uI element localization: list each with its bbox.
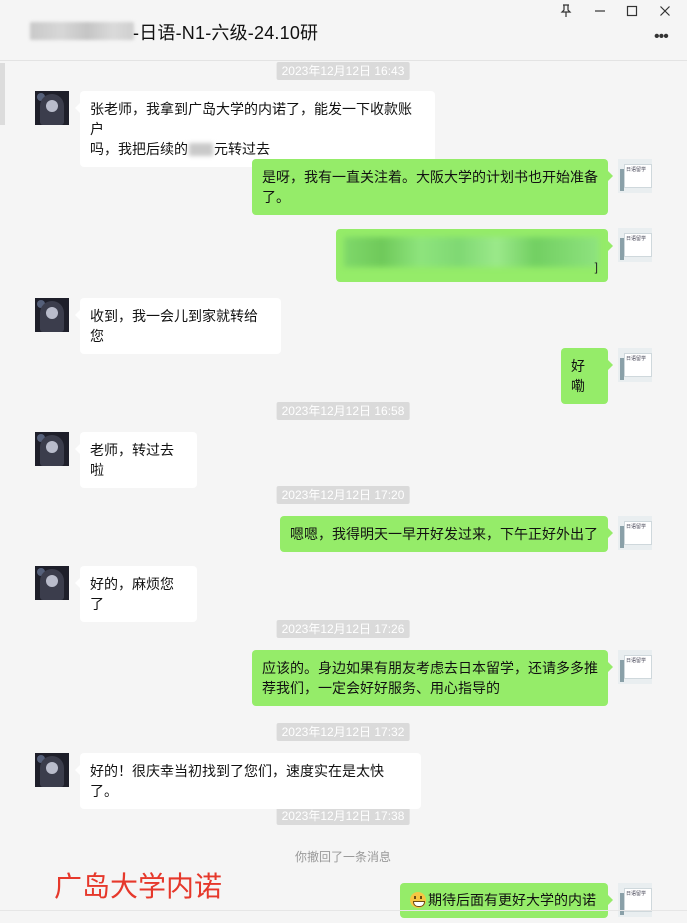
message-text: 好嘞 bbox=[571, 358, 585, 394]
message-text: 元转过去 bbox=[214, 141, 270, 157]
message-bubble[interactable]: ] bbox=[336, 229, 613, 282]
recall-notice: 你撤回了一条消息 bbox=[294, 850, 392, 864]
avatar[interactable] bbox=[35, 753, 69, 787]
message-text: 张老师，我拿到广岛大学的内诺了，能发一下收款账户 bbox=[90, 101, 412, 137]
message-text: 应该的。身边如果有朋友考虑去日本留学，还请多多推荐我们，一定会好好服务、用心指导… bbox=[262, 660, 598, 696]
redacted-message bbox=[344, 237, 599, 267]
message-text: 好的！很庆幸当初找到了您们，速度实在是太快了。 bbox=[90, 763, 384, 799]
message-bubble[interactable]: 好的，麻烦您了 bbox=[75, 566, 197, 622]
timestamp: 2023年12月12日 17:32 bbox=[276, 723, 410, 741]
chat-title: -日语-N1-六级-24.10研 bbox=[133, 23, 319, 43]
watermark-caption: 广岛大学内诺 bbox=[54, 870, 223, 903]
avatar[interactable]: 日语留学 bbox=[618, 228, 652, 262]
message-text: 老师，转过去啦 bbox=[90, 442, 174, 478]
avatar[interactable] bbox=[35, 566, 69, 600]
redacted-amount bbox=[189, 143, 213, 156]
message-bubble[interactable]: 是呀，我有一直关注着。大阪大学的计划书也开始准备了。 bbox=[252, 159, 613, 215]
avatar[interactable]: 日语留学 bbox=[618, 650, 652, 684]
window-left-edge bbox=[0, 0, 8, 923]
minimize-icon[interactable] bbox=[589, 4, 611, 22]
timestamp: 2023年12月12日 17:26 bbox=[276, 620, 410, 638]
message-bubble[interactable]: 嗯嗯，我得明天一早开好发过来，下午正好外出了 bbox=[280, 516, 613, 552]
message-text: 期待后面有更好大学的内诺 bbox=[428, 892, 596, 908]
more-icon[interactable]: ••• bbox=[654, 28, 669, 46]
timestamp: 2023年12月12日 16:43 bbox=[276, 62, 410, 80]
input-divider bbox=[0, 910, 687, 911]
avatar[interactable]: 日语留学 bbox=[618, 516, 652, 550]
message-text: ] bbox=[594, 260, 598, 274]
message-text: 是呀，我有一直关注着。大阪大学的计划书也开始准备了。 bbox=[262, 169, 598, 205]
title-redacted bbox=[30, 22, 134, 40]
maximize-icon[interactable] bbox=[621, 4, 643, 22]
message-bubble[interactable]: 老师，转过去啦 bbox=[75, 432, 197, 488]
close-icon[interactable] bbox=[654, 4, 676, 22]
message-text: 好的，麻烦您了 bbox=[90, 576, 174, 612]
avatar[interactable]: 日语留学 bbox=[618, 159, 652, 193]
message-bubble[interactable]: 应该的。身边如果有朋友考虑去日本留学，还请多多推荐我们，一定会好好服务、用心指导… bbox=[252, 650, 613, 706]
timestamp: 2023年12月12日 16:58 bbox=[276, 402, 410, 420]
timestamp: 2023年12月12日 17:20 bbox=[276, 486, 410, 504]
avatar[interactable]: 日语留学 bbox=[618, 883, 652, 917]
grinning-face-emoji-icon bbox=[410, 892, 426, 908]
scroll-marker bbox=[0, 63, 5, 125]
message-text-line: 吗，我把后续的 元转过去 bbox=[90, 139, 425, 159]
message-bubble[interactable]: 张老师，我拿到广岛大学的内诺了，能发一下收款账户 吗，我把后续的 元转过去 bbox=[75, 91, 435, 167]
message-bubble[interactable]: 收到，我一会儿到家就转给您 bbox=[75, 298, 281, 354]
message-text: 嗯嗯，我得明天一早开好发过来，下午正好外出了 bbox=[290, 526, 598, 542]
avatar[interactable] bbox=[35, 298, 69, 332]
message-text: 吗，我把后续的 bbox=[90, 141, 188, 157]
timestamp: 2023年12月12日 17:38 bbox=[276, 807, 410, 825]
avatar[interactable]: 日语留学 bbox=[618, 348, 652, 382]
message-bubble[interactable]: 好的！很庆幸当初找到了您们，速度实在是太快了。 bbox=[75, 753, 421, 809]
message-text: 收到，我一会儿到家就转给您 bbox=[90, 308, 258, 344]
pin-icon[interactable] bbox=[555, 4, 577, 22]
avatar[interactable] bbox=[35, 91, 69, 125]
message-bubble[interactable]: 期待后面有更好大学的内诺 bbox=[400, 883, 613, 918]
avatar[interactable] bbox=[35, 432, 69, 466]
title-bar: -日语-N1-六级-24.10研 ••• bbox=[0, 0, 687, 61]
message-bubble[interactable]: 好嘞 bbox=[561, 348, 613, 404]
